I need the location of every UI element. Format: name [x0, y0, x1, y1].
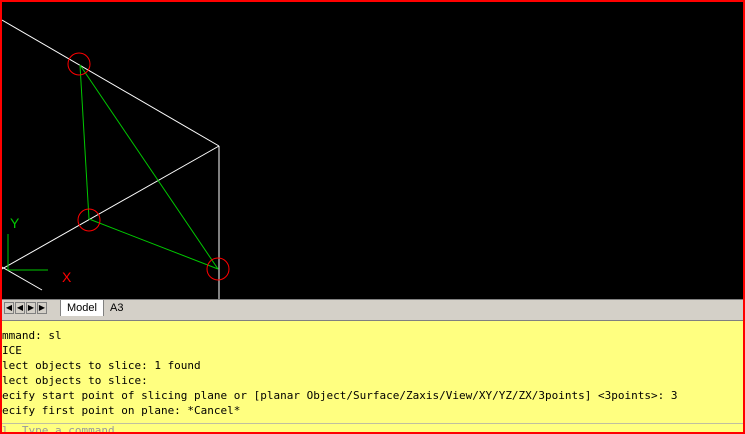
next-tab-button[interactable]: ▶	[26, 302, 36, 314]
tab-model[interactable]: Model	[60, 300, 104, 316]
command-history-line: mmand: sl	[2, 329, 62, 342]
command-history-line: ICE	[2, 344, 22, 357]
command-input[interactable]: l Type a command	[2, 423, 743, 432]
ucs-axes	[7, 234, 48, 271]
slice-triangle	[79, 64, 219, 270]
prev-tab-button[interactable]: ◀	[15, 302, 25, 314]
edge-middle	[2, 145, 220, 270]
tab-bar-spacer	[134, 300, 743, 317]
triangle-edge-2	[88, 218, 219, 270]
ucs-x-label: X	[62, 269, 72, 285]
triangle-edge-1	[79, 64, 90, 220]
command-history-line: ecify start point of slicing plane or [p…	[2, 389, 678, 402]
drawing-viewport[interactable]: Y X	[2, 2, 743, 299]
drawing-canvas[interactable]: Y X	[2, 2, 743, 299]
first-tab-button[interactable]: ◀	[4, 302, 14, 314]
ucs-y-label: Y	[10, 215, 20, 231]
layout-tab-bar: ◀ ◀ ▶ ▶ Model A3	[2, 299, 743, 317]
triangle-edge-3	[79, 64, 219, 270]
edge-top	[2, 19, 220, 147]
command-window: mmand: sl ICE lect objects to slice: 1 f…	[2, 321, 743, 432]
ucs-icon: Y X	[7, 215, 72, 285]
last-tab-button[interactable]: ▶	[37, 302, 47, 314]
marker-point-1[interactable]	[67, 52, 91, 76]
command-history-line: lect objects to slice:	[2, 374, 148, 387]
command-history-line: ecify first point on plane: *Cancel*	[2, 404, 241, 417]
command-history-line: lect objects to slice: 1 found	[2, 359, 201, 372]
